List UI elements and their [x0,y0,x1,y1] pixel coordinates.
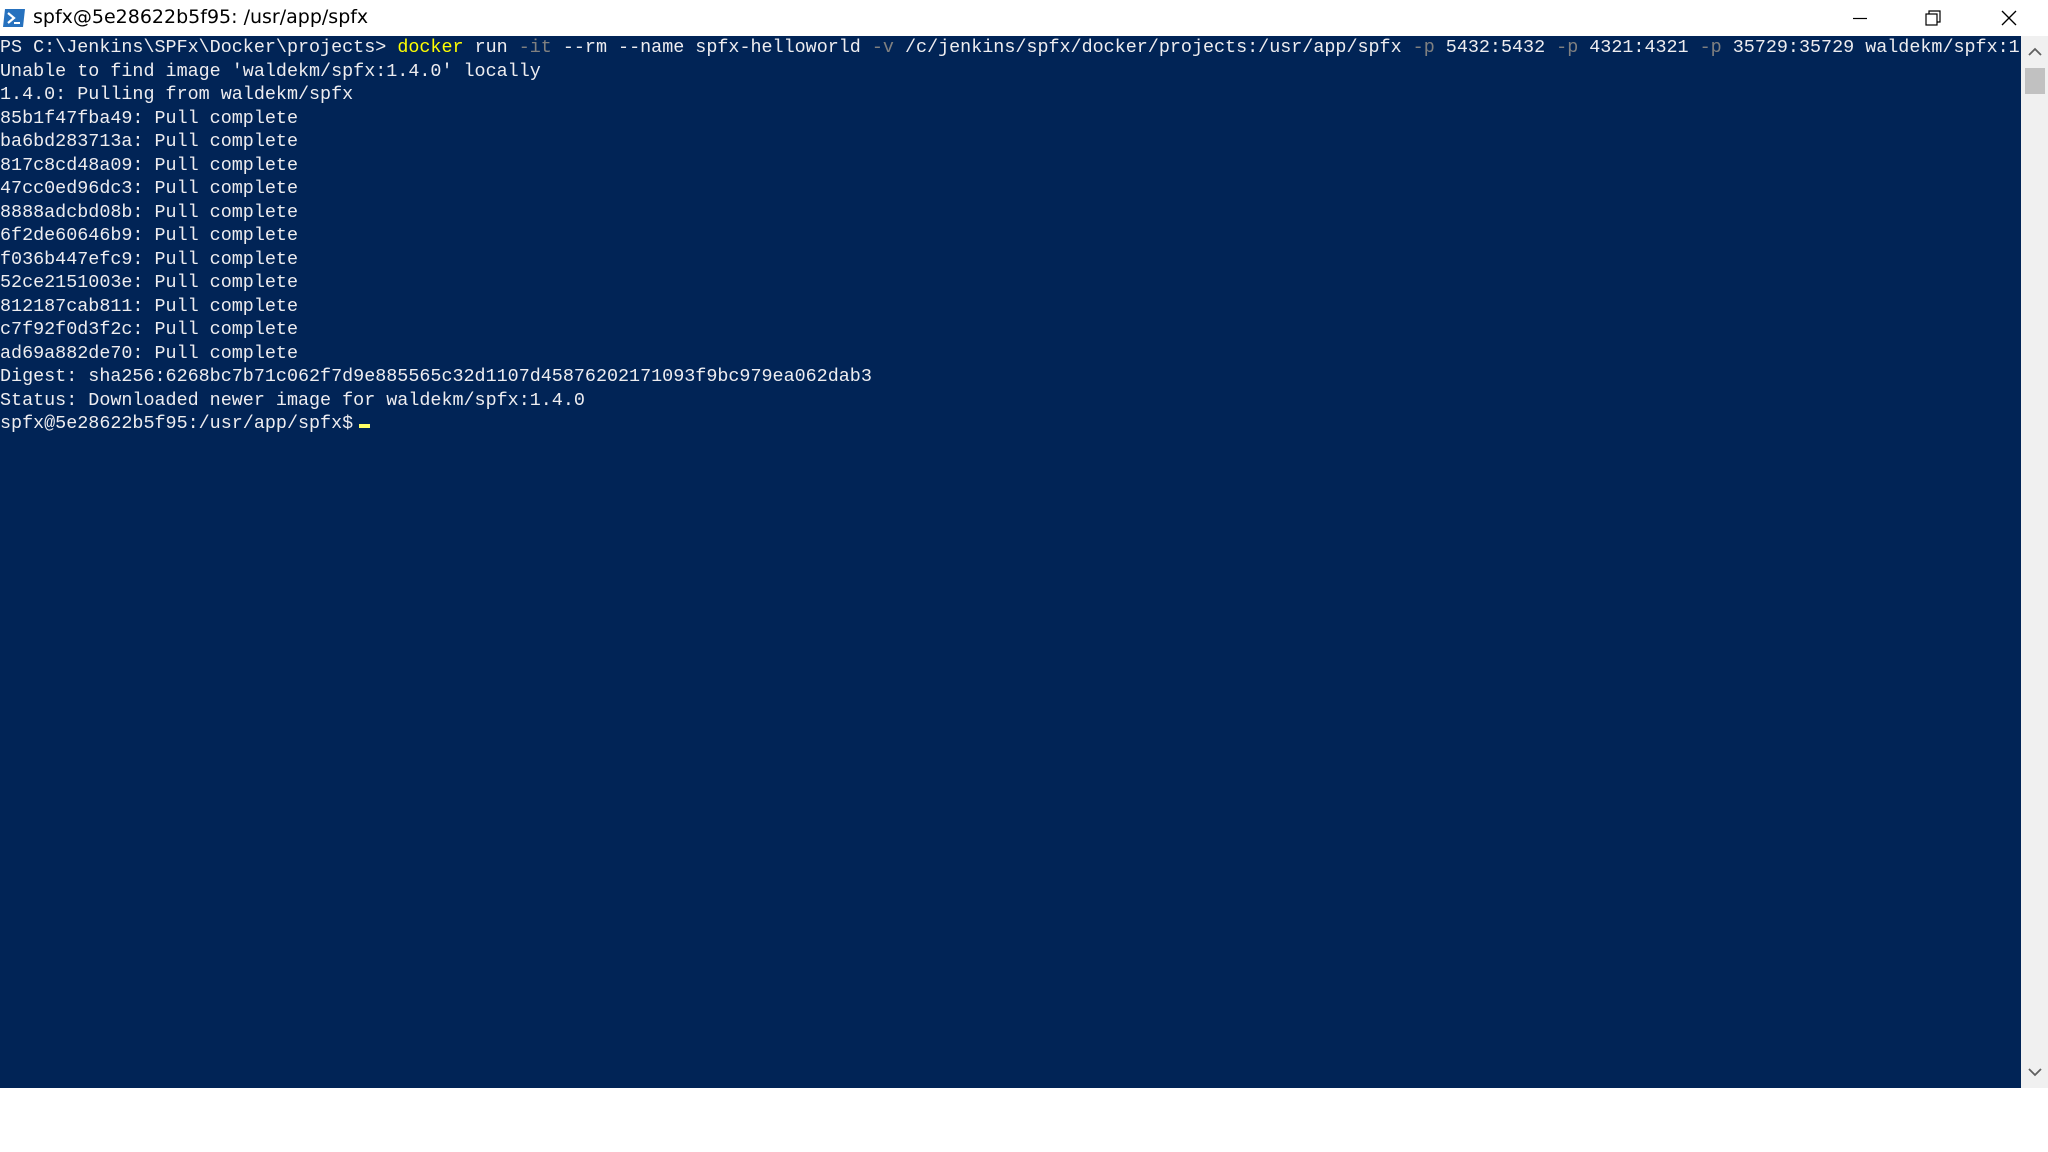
command-param: -p [1699,37,1722,58]
chevron-up-icon [2027,47,2042,56]
output-line: 1.4.0: Pulling from waldekm/spfx [0,84,354,105]
console-area[interactable]: PS C:\Jenkins\SPFx\Docker\projects> dock… [0,36,2021,1088]
command-param: -v [871,37,894,58]
output-line: 47cc0ed96dc3: Pull complete [0,178,298,199]
command-line: PS C:\Jenkins\SPFx\Docker\projects> dock… [0,36,2021,59]
output-line: 85b1f47fba49: Pull complete [0,107,298,129]
output-line: 8888adcbd08b: Pull complete [0,201,298,223]
output-line: 6f2de60646b9: Pull complete [0,225,298,246]
shell-prompt-line[interactable]: spfx@5e28622b5f95:/usr/app/spfx$ [0,412,371,435]
shell-prompt: spfx@5e28622b5f95:/usr/app/spfx$ [0,413,354,434]
command-text: 35729:35729 waldekm/spfx:1.4.0 [1732,37,2021,58]
scroll-thumb[interactable] [2025,68,2045,94]
command-param: -it [518,37,552,58]
window-title: spfx@5e28622b5f95: /usr/app/spfx [33,6,369,28]
command-text: /c/jenkins/spfx/docker/projects:/usr/app… [893,37,1413,58]
output-line: Digest: sha256:6268bc7b71c062f7d9e885565… [0,366,872,387]
minimize-button[interactable] [1824,0,1896,36]
output-line: c7f92f0d3f2c: Pull complete [0,319,298,340]
command-name: docker [397,37,464,58]
ps-prompt: PS C:\Jenkins\SPFx\Docker\projects> [0,37,398,58]
close-button[interactable] [1970,0,2048,36]
output-line: ad69a882de70: Pull complete [0,342,298,364]
restore-button[interactable] [1897,0,1969,36]
title-bar[interactable]: spfx@5e28622b5f95: /usr/app/spfx [0,0,2048,36]
terminal-window: spfx@5e28622b5f95: /usr/app/spfx PS C:\J… [0,0,2048,1088]
powershell-icon [2,8,26,28]
output-line: Status: Downloaded newer image for walde… [0,389,585,411]
command-param: -p [1556,37,1579,58]
output-line: 812187cab811: Pull complete [0,295,298,317]
output-line: ba6bd283713a: Pull complete [0,131,298,152]
scroll-up-button[interactable] [2021,38,2048,66]
output-line: Unable to find image 'waldekm/spfx:1.4.0… [0,60,541,82]
text-cursor [359,424,371,428]
command-text: --rm --name spfx-helloworld [551,37,872,58]
output-line: 817c8cd48a09: Pull complete [0,154,298,176]
chevron-down-icon [2027,1068,2042,1077]
command-text: 5432:5432 [1434,37,1557,58]
command-text: run [463,37,519,58]
scroll-down-button[interactable] [2021,1058,2048,1086]
minimize-icon [1853,17,1867,20]
restore-icon [1925,10,1941,26]
output-line: f036b447efc9: Pull complete [0,248,298,270]
vertical-scrollbar[interactable] [2021,36,2048,1088]
output-line: 52ce2151003e: Pull complete [0,272,298,293]
command-param: -p [1412,37,1435,58]
command-text: 4321:4321 [1578,37,1700,58]
close-icon [2001,10,2017,26]
